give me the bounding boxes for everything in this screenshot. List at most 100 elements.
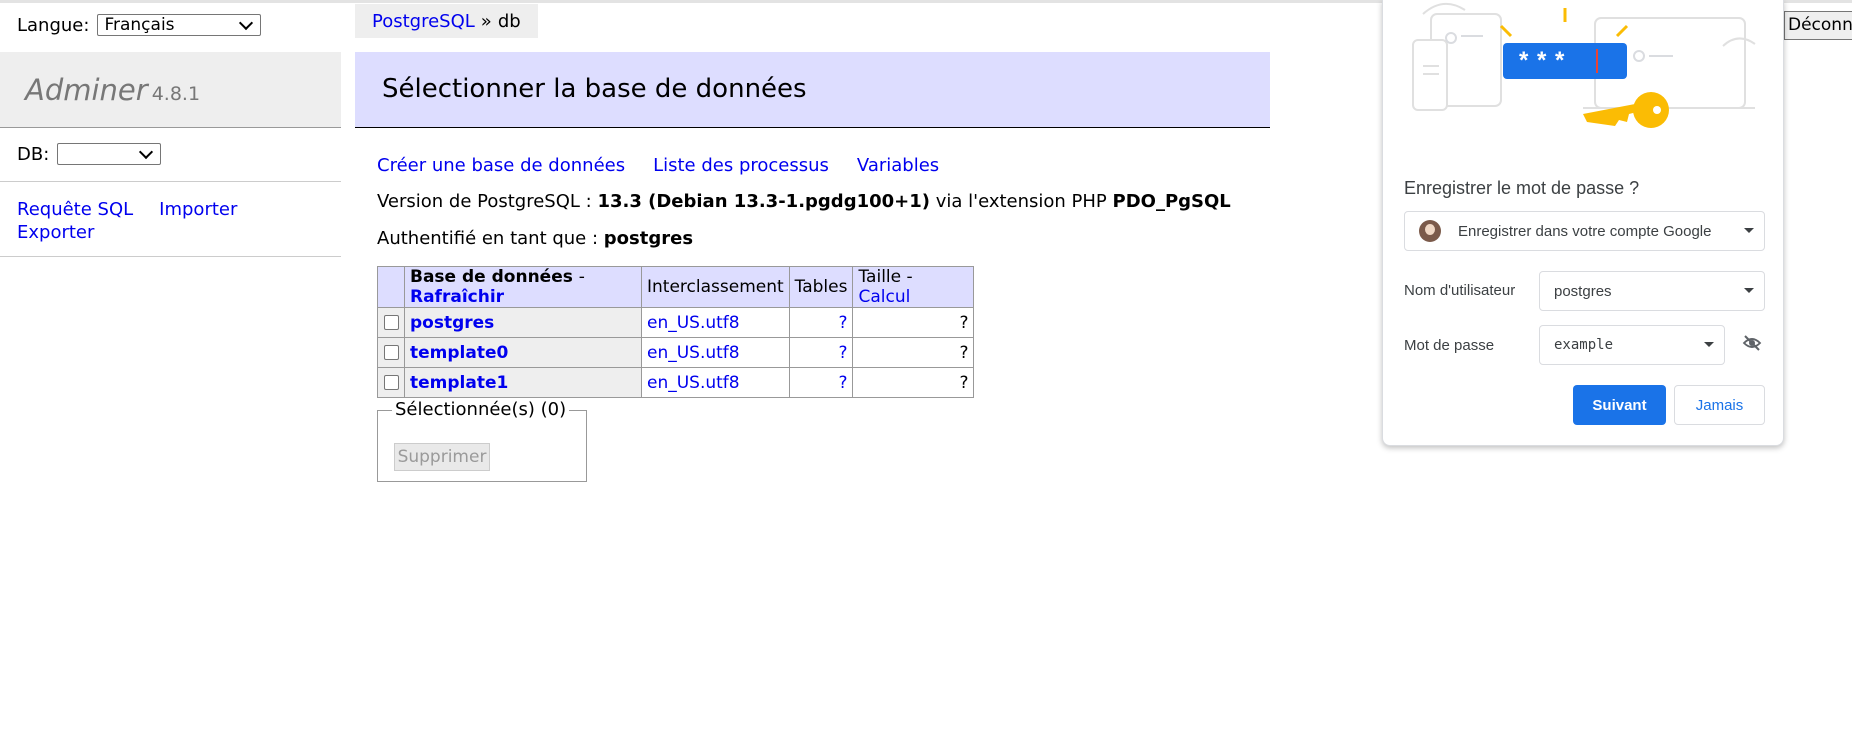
language-select[interactable]: Français xyxy=(97,14,262,36)
chevron-down-icon xyxy=(239,15,254,30)
username-field[interactable]: postgres xyxy=(1539,271,1765,311)
username-label: Nom d'utilisateur xyxy=(1404,282,1516,299)
app-brand: Adminer 4.8.1 xyxy=(0,52,341,128)
breadcrumb-server-link[interactable]: PostgreSQL xyxy=(372,11,475,32)
action-links: Créer une base de données Liste des proce… xyxy=(377,155,967,176)
sidebar-divider xyxy=(0,256,341,257)
variables-link[interactable]: Variables xyxy=(857,155,939,176)
next-button[interactable]: Suivant xyxy=(1573,385,1666,425)
dropdown-arrow-icon xyxy=(1704,342,1714,347)
auth-user: postgres xyxy=(603,228,694,249)
header-size: Taille - Calcul xyxy=(852,266,975,308)
language-label: Langue: xyxy=(17,14,90,36)
header-checkbox-cell xyxy=(377,266,405,308)
version-info: Version de PostgreSQL : 13.3 (Debian 13.… xyxy=(377,191,1231,212)
row-checkbox[interactable] xyxy=(383,315,399,330)
language-row: Langue: Français xyxy=(17,14,262,36)
password-field[interactable]: example xyxy=(1539,325,1725,365)
breadcrumb: PostgreSQL » db xyxy=(355,4,538,38)
sidebar-links: Requête SQL Importer Exporter xyxy=(17,198,263,244)
database-name-cell: template0 xyxy=(404,337,642,368)
header-database: Base de données - Rafraîchir xyxy=(404,266,642,308)
database-link[interactable]: template1 xyxy=(410,373,508,393)
collation-link[interactable]: en_US.utf8 xyxy=(647,343,740,363)
import-link[interactable]: Importer xyxy=(159,199,237,220)
auth-info: Authentifié en tant que : postgres xyxy=(377,228,693,249)
logout-button[interactable]: Déconnexion xyxy=(1784,11,1852,40)
databases-table: Base de données - Rafraîchir Interclasse… xyxy=(377,266,975,398)
app-version: 4.8.1 xyxy=(151,83,201,105)
header-collation: Interclassement xyxy=(641,266,790,308)
row-checkbox-cell xyxy=(377,337,405,368)
sql-query-link[interactable]: Requête SQL xyxy=(17,199,133,220)
dropdown-arrow-icon xyxy=(1744,228,1754,233)
header-dash: - xyxy=(578,267,585,287)
masked-password-graphic: * * * xyxy=(1519,47,1566,74)
version-extension: PDO_PgSQL xyxy=(1112,191,1231,212)
page-title-bar: Sélectionner la base de données xyxy=(355,52,1270,128)
version-value: 13.3 (Debian 13.3-1.pgdg100+1) xyxy=(597,191,930,212)
row-checkbox[interactable] xyxy=(383,345,399,360)
export-link[interactable]: Exporter xyxy=(17,222,94,243)
db-select[interactable] xyxy=(57,143,162,165)
password-value: example xyxy=(1554,337,1614,353)
collation-cell: en_US.utf8 xyxy=(641,367,790,398)
app-logo-link[interactable]: Adminer 4.8.1 xyxy=(25,73,200,107)
language-select-value: Français xyxy=(104,15,175,35)
collation-link[interactable]: en_US.utf8 xyxy=(647,373,740,393)
tables-cell: ? xyxy=(788,307,854,338)
row-checkbox-cell xyxy=(377,307,405,338)
breadcrumb-separator: » xyxy=(480,10,492,32)
delete-button[interactable]: Supprimer xyxy=(394,443,490,471)
row-checkbox[interactable] xyxy=(383,375,399,390)
table-row: template1 en_US.utf8 ? ? xyxy=(377,367,975,398)
header-tables: Tables xyxy=(788,266,854,308)
tables-link[interactable]: ? xyxy=(838,343,847,363)
hide-password-icon[interactable] xyxy=(1742,333,1762,353)
calc-link[interactable]: Calcul xyxy=(858,287,910,307)
tables-link[interactable]: ? xyxy=(838,313,847,333)
sidebar-divider xyxy=(0,181,341,182)
db-label: DB: xyxy=(17,143,50,165)
auth-prefix: Authentifié en tant que : xyxy=(377,228,599,249)
size-cell: ? xyxy=(852,337,975,368)
chevron-down-icon xyxy=(139,144,154,159)
create-database-link[interactable]: Créer une base de données xyxy=(377,155,625,176)
table-header-row: Base de données - Rafraîchir Interclasse… xyxy=(377,266,975,308)
database-name-cell: template1 xyxy=(404,367,642,398)
app-name: Adminer xyxy=(25,73,148,107)
table-row: template0 en_US.utf8 ? ? xyxy=(377,337,975,368)
never-button[interactable]: Jamais xyxy=(1674,385,1765,425)
username-value: postgres xyxy=(1554,282,1612,300)
tables-cell: ? xyxy=(788,367,854,398)
version-prefix: Version de PostgreSQL : xyxy=(377,191,592,212)
save-password-popup: * * * Enregistrer le mot de passe ? Enre… xyxy=(1382,0,1784,446)
breadcrumb-current: db xyxy=(497,10,521,32)
process-list-link[interactable]: Liste des processus xyxy=(653,155,829,176)
database-link[interactable]: postgres xyxy=(410,313,494,333)
account-select-value: Enregistrer dans votre compte Google xyxy=(1458,222,1712,240)
size-cell: ? xyxy=(852,307,975,338)
database-name-cell: postgres xyxy=(404,307,642,338)
refresh-link[interactable]: Rafraîchir xyxy=(410,287,504,307)
account-select[interactable]: Enregistrer dans votre compte Google xyxy=(1404,211,1765,251)
dropdown-arrow-icon xyxy=(1744,288,1754,293)
page-title: Sélectionner la base de données xyxy=(382,74,807,104)
password-label: Mot de passe xyxy=(1404,337,1495,354)
tables-cell: ? xyxy=(788,337,854,368)
collation-link[interactable]: en_US.utf8 xyxy=(647,313,740,333)
selection-fieldset: Sélectionnée(s) (0) Supprimer xyxy=(377,399,587,482)
database-link[interactable]: template0 xyxy=(410,343,508,363)
tables-link[interactable]: ? xyxy=(838,373,847,393)
avatar xyxy=(1419,220,1441,242)
collation-cell: en_US.utf8 xyxy=(641,307,790,338)
header-database-label: Base de données xyxy=(410,267,573,287)
table-row: postgres en_US.utf8 ? ? xyxy=(377,307,975,338)
version-via: via l'extension PHP xyxy=(935,191,1107,212)
size-cell: ? xyxy=(852,367,975,398)
collation-cell: en_US.utf8 xyxy=(641,337,790,368)
header-size-label: Taille xyxy=(858,267,902,287)
row-checkbox-cell xyxy=(377,367,405,398)
selection-legend: Sélectionnée(s) (0) xyxy=(392,399,570,420)
header-dash: - xyxy=(906,267,913,287)
